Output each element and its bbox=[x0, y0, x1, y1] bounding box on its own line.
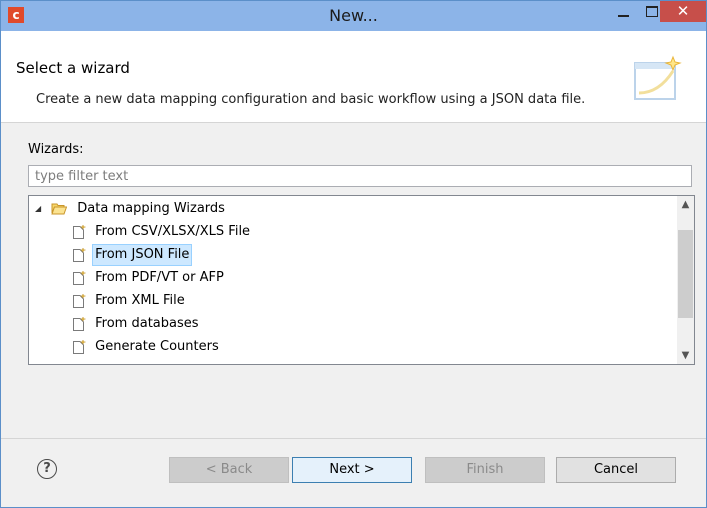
tree-item-from-csv[interactable]: From CSV/XLSX/XLS File bbox=[71, 221, 250, 243]
expand-triangle-icon[interactable]: ◢ bbox=[35, 198, 47, 220]
wizard-tree[interactable]: ◢ Data mapping Wizards From CSV/XLSX/XLS… bbox=[28, 195, 695, 365]
wizard-header: Select a wizard Create a new data mappin… bbox=[1, 31, 706, 123]
page-description: Create a new data mapping configuration … bbox=[36, 92, 586, 107]
wizard-filter-input[interactable] bbox=[28, 165, 692, 187]
wizard-file-icon bbox=[73, 338, 86, 354]
wizards-label: Wizards: bbox=[28, 142, 84, 157]
minimize-button[interactable] bbox=[611, 1, 637, 23]
next-button[interactable]: Next > bbox=[292, 457, 412, 483]
tree-item-from-pdf[interactable]: From PDF/VT or AFP bbox=[71, 267, 224, 289]
scroll-up-arrow-icon[interactable]: ▲ bbox=[677, 196, 694, 213]
tree-item-from-xml[interactable]: From XML File bbox=[71, 290, 185, 312]
tree-item-from-databases[interactable]: From databases bbox=[71, 313, 199, 335]
tree-item-label: From JSON File bbox=[92, 244, 193, 266]
new-wizard-dialog: c New... ✕ Select a wizard Create a new … bbox=[0, 0, 707, 508]
close-button[interactable]: ✕ bbox=[660, 1, 706, 22]
tree-item-label: Generate Counters bbox=[95, 339, 219, 354]
page-title: Select a wizard bbox=[16, 59, 130, 77]
title-bar[interactable]: c New... ✕ bbox=[1, 1, 706, 31]
help-icon[interactable]: ? bbox=[37, 459, 57, 479]
window-title: New... bbox=[329, 6, 378, 25]
close-icon: ✕ bbox=[676, 2, 690, 20]
tree-item-label: From CSV/XLSX/XLS File bbox=[95, 224, 251, 239]
scrollbar-thumb[interactable] bbox=[678, 230, 693, 318]
wizard-file-icon bbox=[73, 315, 86, 331]
vertical-scrollbar[interactable]: ▲ ▼ bbox=[677, 196, 694, 364]
cancel-button[interactable]: Cancel bbox=[556, 457, 676, 483]
tree-node-label: Data mapping Wizards bbox=[77, 201, 225, 216]
back-button[interactable]: < Back bbox=[169, 457, 289, 483]
tree-item-from-json[interactable]: From JSON File bbox=[71, 244, 193, 266]
tree-item-label: From XML File bbox=[95, 293, 185, 308]
tree-item-label: From PDF/VT or AFP bbox=[95, 270, 224, 285]
wizard-file-icon bbox=[73, 292, 86, 308]
scroll-down-arrow-icon[interactable]: ▼ bbox=[677, 347, 694, 364]
tree-item-generate-counters[interactable]: Generate Counters bbox=[71, 336, 219, 358]
tree-node-data-mapping-wizards[interactable]: ◢ Data mapping Wizards bbox=[35, 198, 225, 220]
wizard-file-icon bbox=[73, 223, 86, 239]
footer-divider bbox=[1, 438, 706, 439]
wizard-banner-icon bbox=[634, 55, 682, 100]
tree-item-label: From databases bbox=[95, 316, 199, 331]
folder-open-icon bbox=[51, 203, 68, 215]
wizard-file-icon bbox=[73, 269, 86, 285]
finish-button[interactable]: Finish bbox=[425, 457, 545, 483]
wizard-file-icon bbox=[73, 246, 86, 262]
